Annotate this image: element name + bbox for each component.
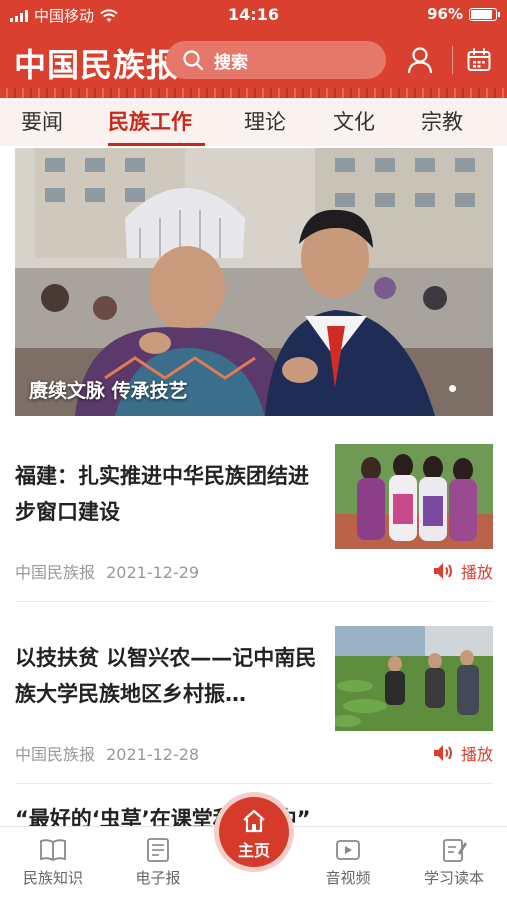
play-audio-button[interactable]: 播放: [433, 559, 493, 583]
battery-percent: 96%: [427, 5, 463, 23]
tab-yaowen[interactable]: 要闻: [21, 106, 63, 136]
tabbar-item-dianzibao[interactable]: 电子报: [113, 837, 203, 888]
hero-caption: 赓续文脉 传承技艺: [29, 380, 188, 402]
divider: [15, 783, 493, 784]
article-thumbnail[interactable]: [335, 626, 493, 731]
article-source: 中国民族报: [15, 745, 96, 764]
calendar-button[interactable]: [463, 44, 495, 76]
article-item[interactable]: 福建：扎实推进中华民族团结进步窗口建设 中国民族报 2021-12-29 播放: [15, 444, 493, 604]
tabbar-item-home[interactable]: 主页: [219, 797, 289, 867]
tab-zongjiao[interactable]: 宗教: [421, 106, 463, 136]
user-icon: [407, 47, 433, 74]
hero-carousel[interactable]: 赓续文脉 传承技艺: [15, 148, 493, 416]
calendar-icon: [467, 48, 491, 71]
notebook-icon: [443, 839, 467, 862]
tab-wenhua[interactable]: 文化: [333, 106, 375, 136]
article-meta: 中国民族报 2021-12-29: [15, 559, 199, 583]
decorative-pattern-border: [0, 88, 507, 98]
tabbar-item-yinshipin[interactable]: 音视频: [303, 837, 393, 888]
article-thumbnail[interactable]: [335, 444, 493, 549]
article-thumbnail-image: [335, 626, 493, 731]
play-label: 播放: [460, 745, 493, 764]
header-divider: [452, 46, 453, 74]
book-icon: [40, 839, 66, 862]
user-button[interactable]: [404, 44, 436, 76]
carousel-indicator-dot[interactable]: [449, 385, 456, 392]
tabbar-label: 电子报: [135, 869, 181, 887]
play-audio-button[interactable]: 播放: [433, 741, 493, 765]
article-source: 中国民族报: [15, 563, 96, 582]
tabbar-label: 民族知识: [22, 869, 83, 887]
article-date: 2021-12-28: [106, 745, 200, 764]
divider: [15, 601, 493, 602]
category-tabs: 要闻 民族工作 理论 文化 宗教: [0, 98, 507, 146]
article-title[interactable]: 以技扶贫 以智兴农——记中南民族大学民族地区乡村振…: [15, 640, 325, 712]
tabbar-label: 学习读本: [423, 869, 484, 887]
play-label: 播放: [460, 563, 493, 582]
battery-icon: [469, 7, 500, 21]
article-item[interactable]: 以技扶贫 以智兴农——记中南民族大学民族地区乡村振… 中国民族报 2021-12…: [15, 626, 493, 786]
article-meta: 中国民族报 2021-12-28: [15, 741, 199, 765]
status-bar: 中国移动 14:16 96%: [0, 0, 507, 30]
article-thumbnail-image: [335, 444, 493, 549]
status-right: 96%: [427, 5, 500, 23]
app-header: 中国民族报 搜索: [0, 32, 507, 88]
search-bar[interactable]: 搜索: [166, 41, 386, 79]
search-icon: [183, 50, 204, 71]
tab-lilun[interactable]: 理论: [244, 106, 286, 136]
home-icon: [243, 809, 265, 833]
newspaper-icon: [147, 838, 169, 862]
article-title[interactable]: 福建：扎实推进中华民族团结进步窗口建设: [15, 458, 325, 530]
tabbar-item-minzu-zhishi[interactable]: 民族知识: [8, 837, 98, 888]
tabbar-label: 主页: [237, 841, 270, 860]
tab-minzu-gongzuo[interactable]: 民族工作: [108, 106, 192, 136]
article-date: 2021-12-29: [106, 563, 200, 582]
tabbar-item-xuexi-duben[interactable]: 学习读本: [409, 837, 499, 888]
active-tab-indicator: [108, 143, 205, 146]
video-icon: [336, 840, 360, 860]
speaker-icon: [433, 745, 452, 761]
app-logo: 中国民族报: [14, 46, 180, 84]
search-placeholder: 搜索: [214, 52, 248, 73]
speaker-icon: [433, 563, 452, 579]
tabbar-label: 音视频: [325, 869, 371, 887]
